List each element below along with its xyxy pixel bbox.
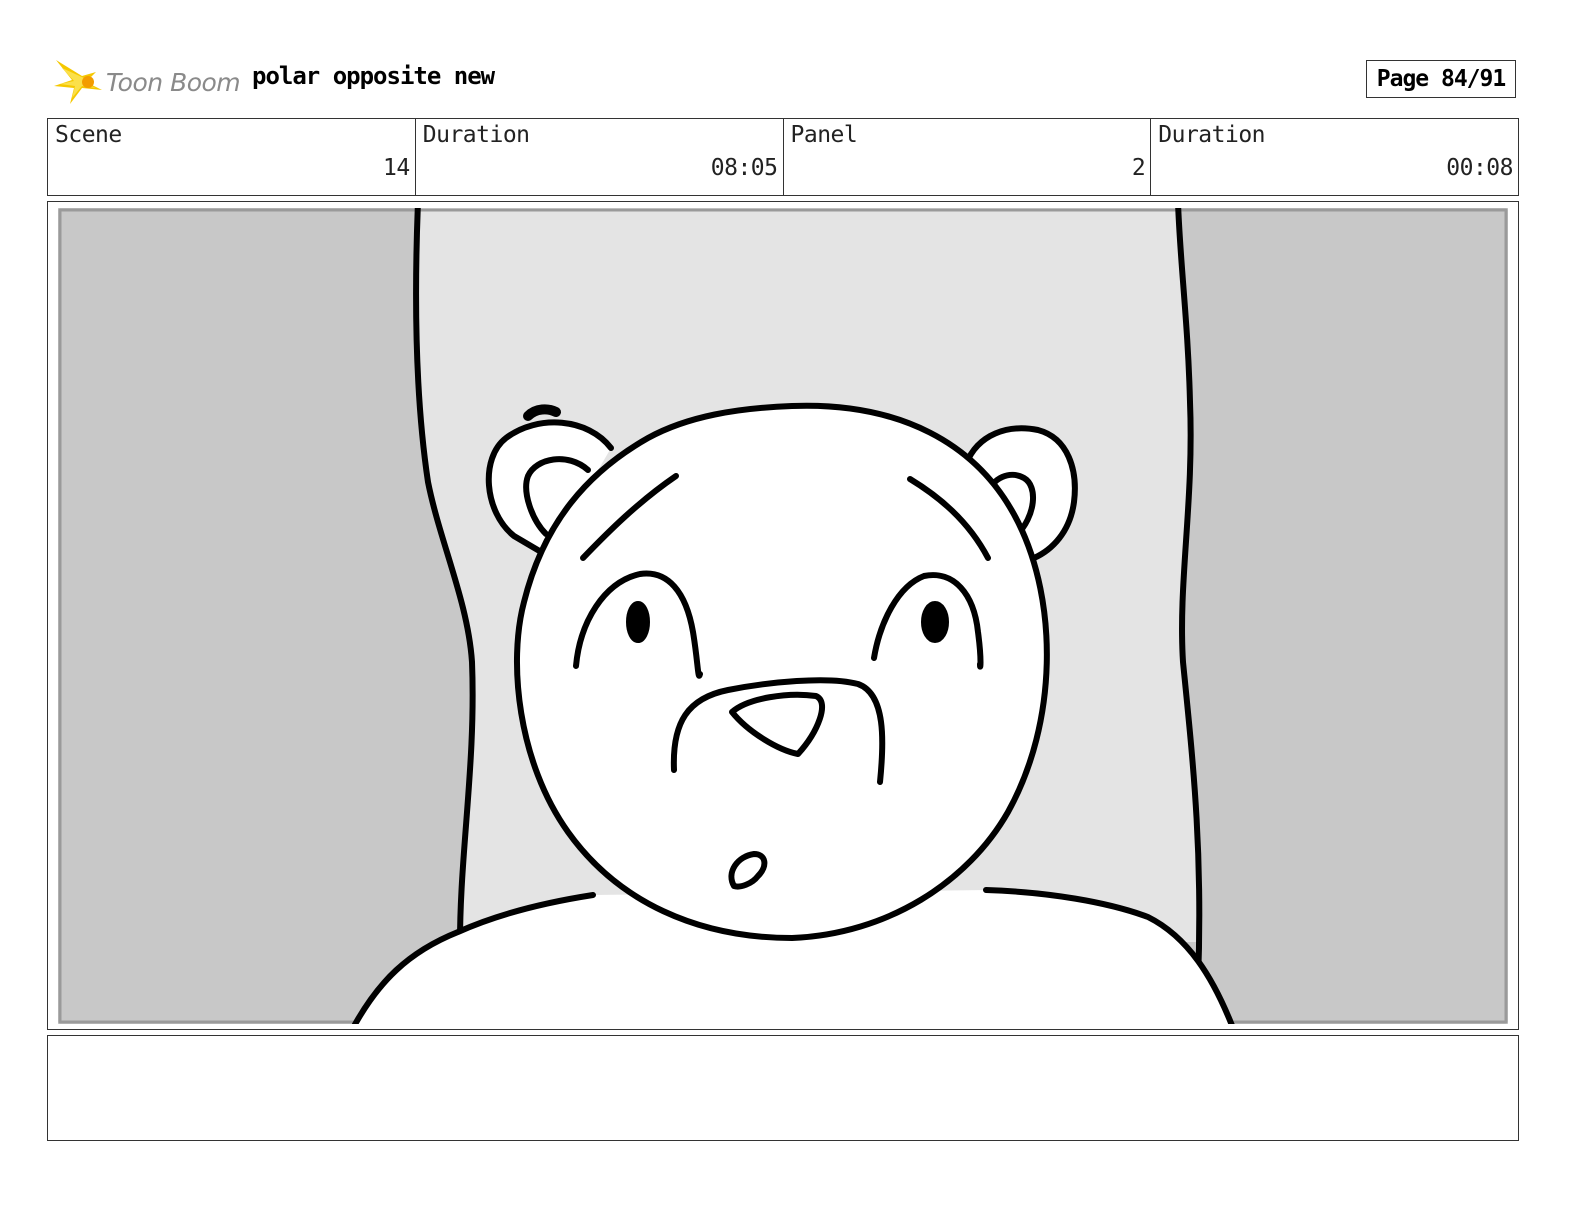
- scene-duration-value: 08:05: [710, 155, 778, 181]
- panel-duration-cell: Duration 00:08: [1151, 119, 1518, 195]
- page-number: Page 84/91: [1366, 60, 1516, 98]
- panel-duration-label: Duration: [1158, 122, 1266, 148]
- panel-notes-box: [47, 1035, 1519, 1141]
- scene-label: Scene: [55, 122, 122, 148]
- scene-cell: Scene 14: [48, 119, 416, 195]
- panel-label: Panel: [790, 122, 858, 148]
- scene-duration-cell: Duration 08:05: [416, 119, 784, 195]
- toon-boom-logo: Toon Boom: [52, 56, 241, 108]
- bear-sketch-image: [58, 208, 1508, 1024]
- scene-duration-label: Duration: [422, 122, 530, 148]
- panel-info-bar: Scene 14 Duration 08:05 Panel 2 Duration…: [47, 118, 1519, 196]
- starburst-logo-icon: [54, 60, 102, 104]
- logo-text: Toon Boom: [106, 67, 241, 97]
- panel-cell: Panel 2: [784, 119, 1152, 195]
- project-title: polar opposite new: [252, 62, 495, 90]
- panel-value: 2: [1131, 155, 1146, 181]
- scene-value: 14: [383, 155, 410, 181]
- panel-duration-value: 00:08: [1446, 155, 1513, 181]
- storyboard-frame: [47, 201, 1519, 1030]
